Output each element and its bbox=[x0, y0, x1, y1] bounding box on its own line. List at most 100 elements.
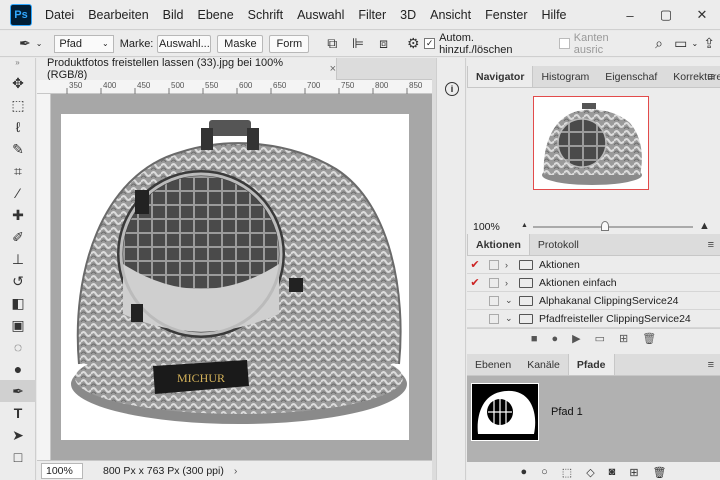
navigator-zoom-slider[interactable] bbox=[533, 226, 693, 228]
tab-navigator[interactable]: Navigator bbox=[467, 66, 534, 87]
pen-tool-icon[interactable]: ✒ bbox=[14, 33, 36, 55]
path-operations-icon[interactable]: ⧉ bbox=[321, 33, 343, 55]
tab-properties[interactable]: Eigenschaf bbox=[597, 66, 665, 87]
menu-bearbeiten[interactable]: Bearbeiten bbox=[81, 8, 155, 22]
workspace-icon[interactable]: ▭ bbox=[670, 33, 692, 55]
menu-ebene[interactable]: Ebene bbox=[191, 8, 241, 22]
history-brush-tool-icon[interactable]: ↺ bbox=[0, 270, 36, 292]
tab-channels[interactable]: Kanäle bbox=[519, 354, 568, 375]
chevron-right-icon[interactable]: › bbox=[505, 260, 517, 270]
checkmark-icon[interactable]: ✔ bbox=[467, 258, 483, 271]
tab-history[interactable]: Protokoll bbox=[530, 234, 587, 255]
share-icon[interactable]: ⇪ bbox=[698, 33, 720, 55]
menu-schrift[interactable]: Schrift bbox=[241, 8, 290, 22]
eyedropper-tool-icon[interactable]: ⁄ bbox=[0, 182, 36, 204]
dodge-tool-icon[interactable]: ● bbox=[0, 358, 36, 380]
mode-select[interactable]: Pfad ⌄ bbox=[54, 34, 114, 53]
path-arrangement-icon[interactable]: ⧈ bbox=[373, 33, 395, 55]
trash-icon[interactable]: 🗑 bbox=[653, 466, 667, 479]
tab-paths[interactable]: Pfade bbox=[567, 354, 615, 375]
close-tab-icon[interactable]: × bbox=[330, 63, 336, 75]
load-selection-icon[interactable]: ⬚ bbox=[562, 466, 572, 479]
clone-stamp-tool-icon[interactable]: ⊥ bbox=[0, 248, 36, 270]
auswahl-button[interactable]: Auswahl... bbox=[157, 34, 212, 53]
dialog-toggle-box[interactable] bbox=[489, 277, 499, 288]
form-button[interactable]: Form bbox=[269, 34, 310, 53]
play-icon[interactable]: ▶ bbox=[572, 332, 580, 345]
tab-actions[interactable]: Aktionen bbox=[467, 234, 530, 255]
navigator-zoom-knob[interactable] bbox=[601, 221, 609, 231]
document-canvas[interactable]: MICHUR bbox=[61, 114, 409, 440]
panel-menu-icon[interactable]: ≡ bbox=[708, 71, 714, 83]
action-set-row[interactable]: ⌄ Pfadfreisteller ClippingService24 bbox=[467, 310, 720, 328]
stroke-path-icon[interactable]: ○ bbox=[541, 466, 548, 478]
menu-3d[interactable]: 3D bbox=[393, 8, 423, 22]
record-icon[interactable]: ● bbox=[551, 333, 558, 345]
new-path-icon[interactable]: ⊞ bbox=[629, 466, 638, 479]
gear-icon[interactable]: ⚙ bbox=[402, 33, 424, 55]
blur-tool-icon[interactable]: ◌ bbox=[0, 336, 36, 358]
add-mask-icon[interactable]: ◙ bbox=[609, 466, 616, 478]
action-set-row[interactable]: ✔ › Aktionen bbox=[467, 256, 720, 274]
path-row[interactable]: Pfad 1 bbox=[467, 376, 720, 448]
maske-button[interactable]: Maske bbox=[217, 34, 264, 53]
align-edges-checkbox[interactable] bbox=[558, 38, 570, 49]
rectangle-tool-icon[interactable]: □ bbox=[0, 446, 36, 468]
make-path-icon[interactable]: ◇ bbox=[586, 466, 594, 479]
close-button[interactable]: ✕ bbox=[684, 0, 720, 30]
dialog-toggle-box[interactable] bbox=[489, 313, 499, 324]
fill-path-icon[interactable]: ● bbox=[520, 466, 527, 478]
stop-icon[interactable]: ■ bbox=[531, 333, 538, 345]
new-set-folder-icon[interactable]: ▭ bbox=[595, 332, 605, 345]
maximize-button[interactable]: ▢ bbox=[648, 0, 684, 30]
chevron-down-icon[interactable]: ⌄ bbox=[505, 313, 517, 324]
collapse-arrows-icon[interactable]: » bbox=[0, 58, 35, 72]
brush-tool-icon[interactable]: ✐ bbox=[0, 226, 36, 248]
gradient-tool-icon[interactable]: ▣ bbox=[0, 314, 36, 336]
marquee-tool-icon[interactable]: ⬚ bbox=[0, 94, 36, 116]
checkmark-icon[interactable]: ✔ bbox=[467, 276, 483, 289]
panel-menu-icon[interactable]: ≡ bbox=[708, 239, 714, 251]
lasso-tool-icon[interactable]: ℓ bbox=[0, 116, 36, 138]
new-action-icon[interactable]: ⊞ bbox=[619, 332, 628, 345]
canvas-area[interactable]: MICHUR bbox=[51, 94, 432, 460]
zoom-in-icon[interactable]: ▲ bbox=[699, 220, 710, 232]
info-icon[interactable]: i bbox=[437, 78, 467, 100]
action-set-row[interactable]: ⌄ Alphakanal ClippingService24 bbox=[467, 292, 720, 310]
chevron-down-icon[interactable]: ⌄ bbox=[505, 295, 517, 306]
chevron-right-icon[interactable]: › bbox=[234, 465, 238, 477]
tab-layers[interactable]: Ebenen bbox=[467, 354, 519, 375]
zoom-input[interactable]: 100% bbox=[41, 462, 83, 479]
panel-menu-icon[interactable]: ≡ bbox=[708, 359, 714, 371]
crop-tool-icon[interactable]: ⌗ bbox=[0, 160, 36, 182]
healing-brush-tool-icon[interactable]: ✚ bbox=[0, 204, 36, 226]
path-selection-tool-icon[interactable]: ➤ bbox=[0, 424, 36, 446]
quick-selection-tool-icon[interactable]: ✎ bbox=[0, 138, 36, 160]
path-alignment-icon[interactable]: ⊫ bbox=[347, 33, 369, 55]
dialog-toggle-box[interactable] bbox=[489, 259, 499, 270]
chevron-down-icon[interactable]: ⌄ bbox=[36, 39, 43, 48]
menu-fenster[interactable]: Fenster bbox=[478, 8, 534, 22]
trash-icon[interactable]: 🗑 bbox=[642, 332, 656, 345]
move-tool-icon[interactable]: ✥ bbox=[0, 72, 36, 94]
menu-filter[interactable]: Filter bbox=[351, 8, 393, 22]
chevron-right-icon[interactable]: › bbox=[505, 278, 517, 288]
type-tool-icon[interactable]: T bbox=[0, 402, 36, 424]
zoom-out-icon[interactable]: ▲ bbox=[521, 222, 528, 229]
action-set-row[interactable]: ✔ › Aktionen einfach bbox=[467, 274, 720, 292]
pen-tool-icon[interactable]: ✒ bbox=[0, 380, 36, 402]
search-icon[interactable]: ⌕ bbox=[648, 33, 670, 55]
minimize-button[interactable]: – bbox=[612, 0, 648, 30]
dialog-toggle-box[interactable] bbox=[489, 295, 499, 306]
menu-ansicht[interactable]: Ansicht bbox=[423, 8, 478, 22]
menu-hilfe[interactable]: Hilfe bbox=[535, 8, 574, 22]
auto-add-delete-checkbox[interactable]: ✓ bbox=[424, 38, 436, 49]
menu-bild[interactable]: Bild bbox=[156, 8, 191, 22]
document-tab[interactable]: Produktfotos freistellen lassen (33).jpg… bbox=[37, 57, 337, 81]
chevron-down-icon[interactable]: ⌄ bbox=[692, 39, 699, 48]
menu-datei[interactable]: Datei bbox=[38, 8, 81, 22]
menu-auswahl[interactable]: Auswahl bbox=[290, 8, 351, 22]
navigator-zoom-value[interactable]: 100% bbox=[471, 219, 515, 235]
eraser-tool-icon[interactable]: ◧ bbox=[0, 292, 36, 314]
navigator-preview[interactable] bbox=[533, 96, 649, 190]
